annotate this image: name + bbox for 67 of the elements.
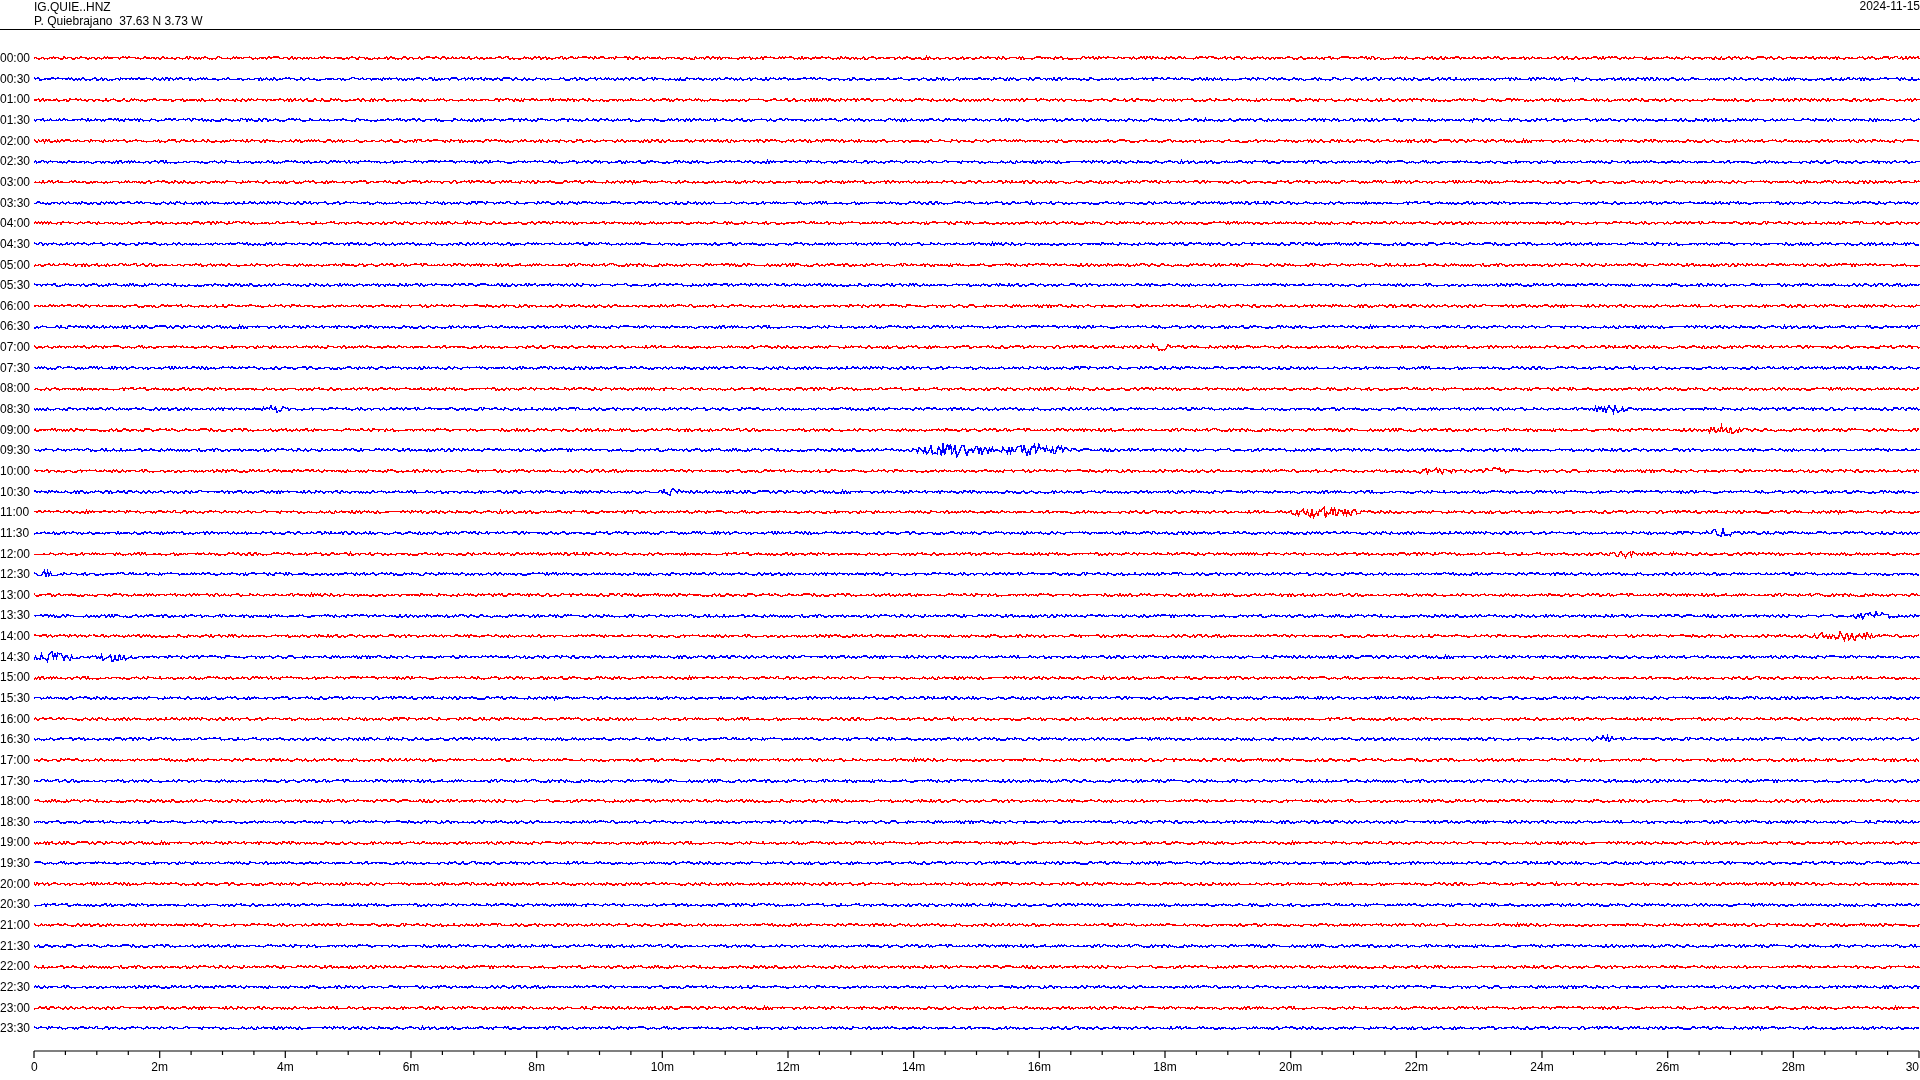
axis-tick-label: 14m (902, 1059, 926, 1074)
time-label: 09:30 (0, 443, 32, 458)
time-label: 07:30 (0, 360, 32, 376)
time-label: 08:30 (0, 402, 32, 417)
time-label: 23:00 (0, 1000, 32, 1015)
axis-tick-label: 4m (277, 1059, 294, 1074)
axis-tick-label: 24m (1530, 1059, 1554, 1074)
time-label: 19:00 (0, 835, 32, 850)
time-label: 11:00 (0, 505, 31, 520)
time-label: 12:30 (0, 567, 32, 582)
time-label: 14:30 (0, 649, 32, 665)
time-label: 04:00 (0, 216, 32, 231)
time-label: 02:00 (0, 133, 32, 149)
axis-tick-label: 18m (1153, 1059, 1177, 1074)
time-label: 23:30 (0, 1021, 32, 1036)
time-label: 00:00 (0, 51, 32, 66)
time-label: 08:00 (0, 381, 32, 396)
time-label: 16:00 (0, 711, 32, 726)
time-label: 01:30 (0, 113, 32, 128)
axis-tick-label: 0 (31, 1059, 38, 1074)
time-label: 00:30 (0, 71, 32, 87)
axis-tick-label: 26m (1656, 1059, 1680, 1074)
station-info: P. Quiebrajano 37.63 N 3.73 W (34, 14, 203, 29)
axis-tick-label: 8m (528, 1059, 545, 1074)
time-label: 13:00 (0, 587, 32, 603)
time-label: 05:30 (0, 278, 32, 293)
axis-tick-label: 20m (1279, 1059, 1303, 1074)
axis-tick-label: 6m (402, 1059, 420, 1074)
time-label: 21:30 (0, 938, 32, 954)
time-label: 22:30 (0, 979, 32, 995)
axis-tick-label: 2m (151, 1059, 168, 1074)
time-label: 12:00 (0, 546, 32, 561)
station-code: IG.QUIE..HNZ (34, 0, 111, 15)
time-label: 17:30 (0, 773, 32, 788)
time-label: 16:30 (0, 732, 32, 747)
time-label: 20:00 (0, 876, 32, 892)
date-label: 2024-11-15 (1859, 0, 1920, 14)
axis-tick-label: 28m (1781, 1059, 1805, 1074)
time-label: 05:00 (0, 257, 32, 272)
time-label: 06:00 (0, 298, 32, 314)
time-label: 01:00 (0, 92, 32, 107)
axis-tick-label: 16m (1027, 1059, 1051, 1074)
time-label: 04:30 (0, 236, 32, 252)
time-label: 18:30 (0, 814, 32, 830)
time-label: 19:30 (0, 856, 32, 871)
time-label: 15:00 (0, 670, 32, 685)
time-label: 15:30 (0, 691, 32, 706)
time-label: 02:30 (0, 154, 32, 169)
time-label: 13:30 (0, 608, 32, 623)
time-label: 14:00 (0, 629, 32, 644)
time-label: 17:00 (0, 752, 32, 768)
time-label: 18:00 (0, 794, 32, 809)
time-label: 11:30 (0, 525, 31, 541)
time-label: 03:30 (0, 195, 32, 210)
time-label: 09:00 (0, 422, 32, 438)
axis-tick-label: 30 (1905, 1059, 1919, 1074)
time-label: 21:00 (0, 918, 32, 933)
time-label: 10:30 (0, 484, 32, 499)
time-label: 06:30 (0, 319, 32, 334)
time-label: 20:30 (0, 897, 32, 912)
time-label: 03:00 (0, 174, 32, 190)
time-label: 22:00 (0, 959, 32, 974)
axis-tick-label: 10m (650, 1059, 674, 1074)
time-label: 10:00 (0, 463, 32, 479)
axis-tick-label: 12m (776, 1059, 800, 1074)
axis-tick-label: 22m (1404, 1059, 1428, 1074)
time-label: 07:00 (0, 340, 32, 355)
